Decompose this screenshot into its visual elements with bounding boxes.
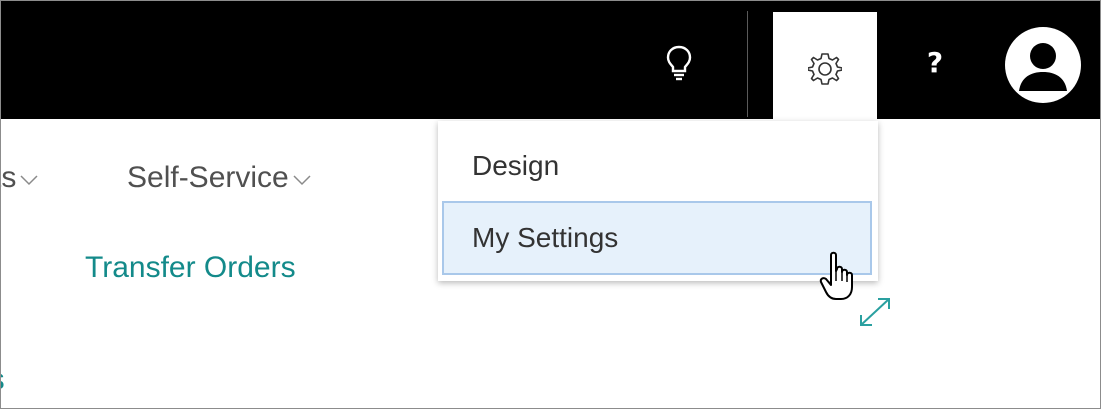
help-button[interactable]: ? — [915, 41, 955, 85]
nav-item-label: Self-Service — [127, 161, 289, 194]
app-frame: ? ts Self-Service Transfer Orders ls — [0, 0, 1101, 409]
toolbar-divider — [747, 11, 748, 117]
menu-item-label: Design — [472, 150, 560, 181]
chevron-down-icon — [20, 175, 38, 186]
menu-item-my-settings[interactable]: My Settings — [442, 201, 872, 275]
hand-cursor-icon — [819, 251, 853, 300]
lightbulb-icon[interactable] — [665, 45, 693, 81]
top-bar: ? — [1, 1, 1100, 119]
gear-icon — [808, 53, 842, 85]
chevron-down-icon — [293, 175, 311, 186]
settings-dropdown-menu: Design My Settings — [438, 121, 878, 281]
menu-item-label: My Settings — [472, 222, 619, 253]
nav-item-self-service[interactable]: Self-Service — [127, 161, 311, 195]
transfer-orders-link[interactable]: Transfer Orders — [85, 251, 296, 285]
nav-item-label: ts — [1, 161, 17, 194]
settings-button[interactable] — [773, 12, 877, 122]
avatar[interactable] — [1005, 27, 1081, 103]
expand-icon[interactable] — [857, 295, 893, 329]
avatar-icon — [1005, 27, 1081, 103]
partial-link[interactable]: ls — [1, 363, 5, 397]
menu-item-design[interactable]: Design — [442, 129, 872, 203]
help-icon: ? — [926, 46, 944, 79]
nav-item-reports[interactable]: ts — [1, 161, 38, 195]
